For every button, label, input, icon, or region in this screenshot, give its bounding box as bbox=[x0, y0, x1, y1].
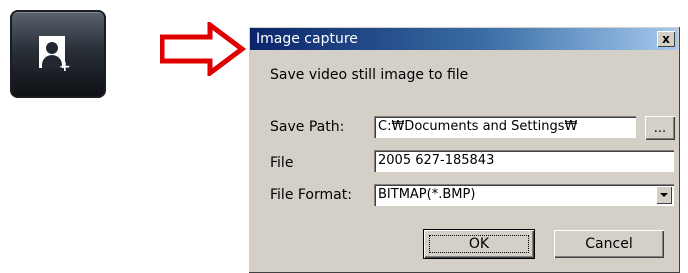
ok-button-label: OK bbox=[429, 235, 529, 253]
ok-button[interactable]: OK bbox=[424, 230, 534, 258]
file-label: File bbox=[270, 155, 294, 171]
file-name-field[interactable]: 2005 627-185843 bbox=[374, 150, 674, 172]
plus-icon: + bbox=[59, 59, 71, 75]
cancel-button[interactable]: Cancel bbox=[554, 230, 664, 258]
browse-button[interactable]: ... bbox=[645, 116, 675, 140]
save-path-label: Save Path: bbox=[270, 119, 345, 135]
dialog-title: Image capture bbox=[256, 31, 358, 47]
image-capture-button[interactable]: + bbox=[10, 10, 106, 98]
dialog-description: Save video still image to file bbox=[270, 67, 469, 83]
title-bar: Image capture x bbox=[250, 28, 678, 50]
chevron-down-icon[interactable] bbox=[656, 186, 672, 204]
file-format-label: File Format: bbox=[270, 187, 352, 203]
file-format-select[interactable]: BITMAP(*.BMP) bbox=[374, 184, 674, 206]
close-button[interactable]: x bbox=[657, 31, 675, 47]
file-format-value: BITMAP(*.BMP) bbox=[378, 187, 476, 202]
save-path-field[interactable]: C:₩Documents and Settings₩ bbox=[374, 116, 636, 138]
right-arrow-icon bbox=[160, 22, 246, 76]
image-capture-dialog: Image capture x Save video still image t… bbox=[248, 26, 680, 273]
